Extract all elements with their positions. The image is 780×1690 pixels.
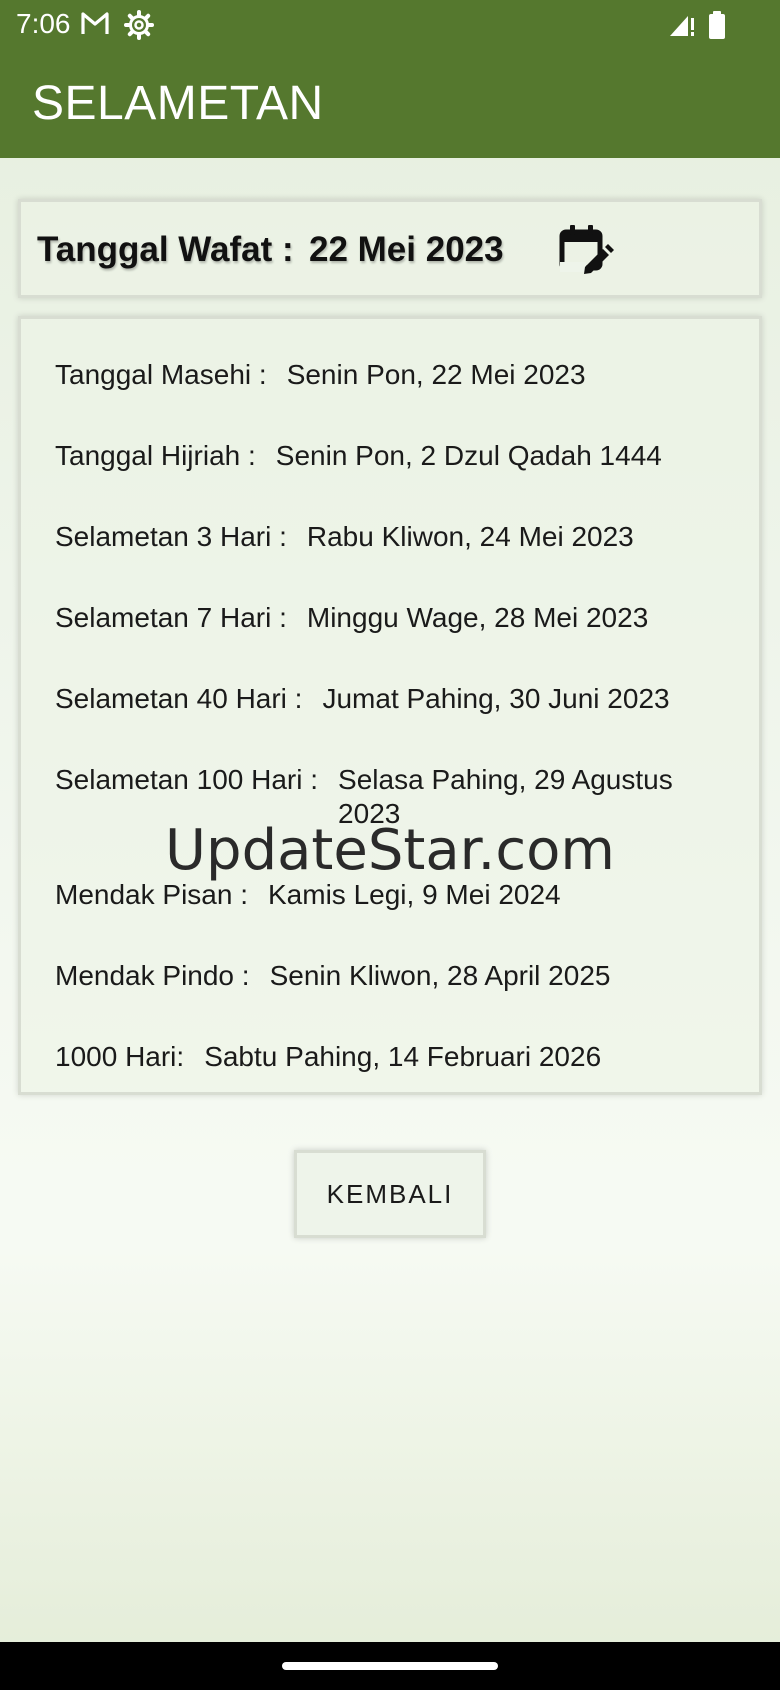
back-button[interactable]: KEMBALI — [294, 1150, 486, 1238]
status-bar: 7:06 — [0, 0, 780, 48]
result-row-7-hari: Selametan 7 Hari : Minggu Wage, 28 Mei 2… — [55, 601, 745, 635]
date-of-death-label: Tanggal Wafat : — [37, 230, 294, 269]
result-label: Tanggal Masehi : — [55, 359, 267, 390]
watermark: UpdateStar.com — [165, 818, 615, 883]
result-value: Sabtu Pahing, 14 Februari 2026 — [204, 1041, 602, 1072]
app-title: SELAMETAN — [32, 77, 324, 130]
result-row-hijriah: Tanggal Hijriah : Senin Pon, 2 Dzul Qada… — [55, 439, 745, 473]
result-row-mendak-pisan: Mendak Pisan : Kamis Legi, 9 Mei 2024 — [55, 878, 745, 912]
home-gesture-handle[interactable] — [282, 1662, 498, 1670]
result-value: Rabu Kliwon, 24 Mei 2023 — [306, 521, 634, 552]
result-label: Selametan 7 Hari : — [55, 602, 287, 633]
result-label: Mendak Pisan : — [55, 879, 248, 910]
result-value: Senin Pon, 2 Dzul Qadah 1444 — [275, 440, 662, 471]
result-row-masehi: Tanggal Masehi : Senin Pon, 22 Mei 2023 — [55, 358, 745, 392]
result-value: Senin Kliwon, 28 April 2025 — [269, 960, 611, 991]
settings-gear-icon — [124, 10, 154, 45]
result-row-1000-hari: 1000 Hari: Sabtu Pahing, 14 Februari 202… — [55, 1040, 745, 1074]
system-nav-bar — [0, 1642, 780, 1690]
battery-icon — [708, 10, 726, 45]
result-label: 1000 Hari: — [55, 1041, 185, 1072]
result-value: Senin Pon, 22 Mei 2023 — [286, 359, 586, 390]
result-row-40-hari: Selametan 40 Hari : Jumat Pahing, 30 Jun… — [55, 682, 745, 716]
result-value: Jumat Pahing, 30 Juni 2023 — [322, 683, 670, 714]
result-row-3-hari: Selametan 3 Hari : Rabu Kliwon, 24 Mei 2… — [55, 520, 745, 554]
calendar-edit-icon[interactable] — [558, 222, 614, 278]
result-label: Mendak Pindo : — [55, 960, 250, 991]
date-card: Tanggal Wafat : 22 Mei 2023 — [18, 199, 762, 298]
app-bar: 7:06 SELAMETAN — [0, 0, 780, 158]
result-label: Selametan 40 Hari : — [55, 683, 303, 714]
gmail-icon — [80, 10, 110, 41]
signal-icon — [668, 12, 696, 43]
result-value: Kamis Legi, 9 Mei 2024 — [268, 879, 561, 910]
selametan-results-card: Tanggal Masehi : Senin Pon, 22 Mei 2023 … — [18, 316, 762, 1095]
result-label: Tanggal Hijriah : — [55, 440, 256, 471]
result-value: Minggu Wage, 28 Mei 2023 — [306, 602, 649, 633]
status-time: 7:06 — [16, 8, 71, 39]
result-label: Selametan 3 Hari : — [55, 521, 287, 552]
result-row-mendak-pindo: Mendak Pindo : Senin Kliwon, 28 April 20… — [55, 959, 745, 993]
date-of-death-value: 22 Mei 2023 — [309, 230, 504, 269]
